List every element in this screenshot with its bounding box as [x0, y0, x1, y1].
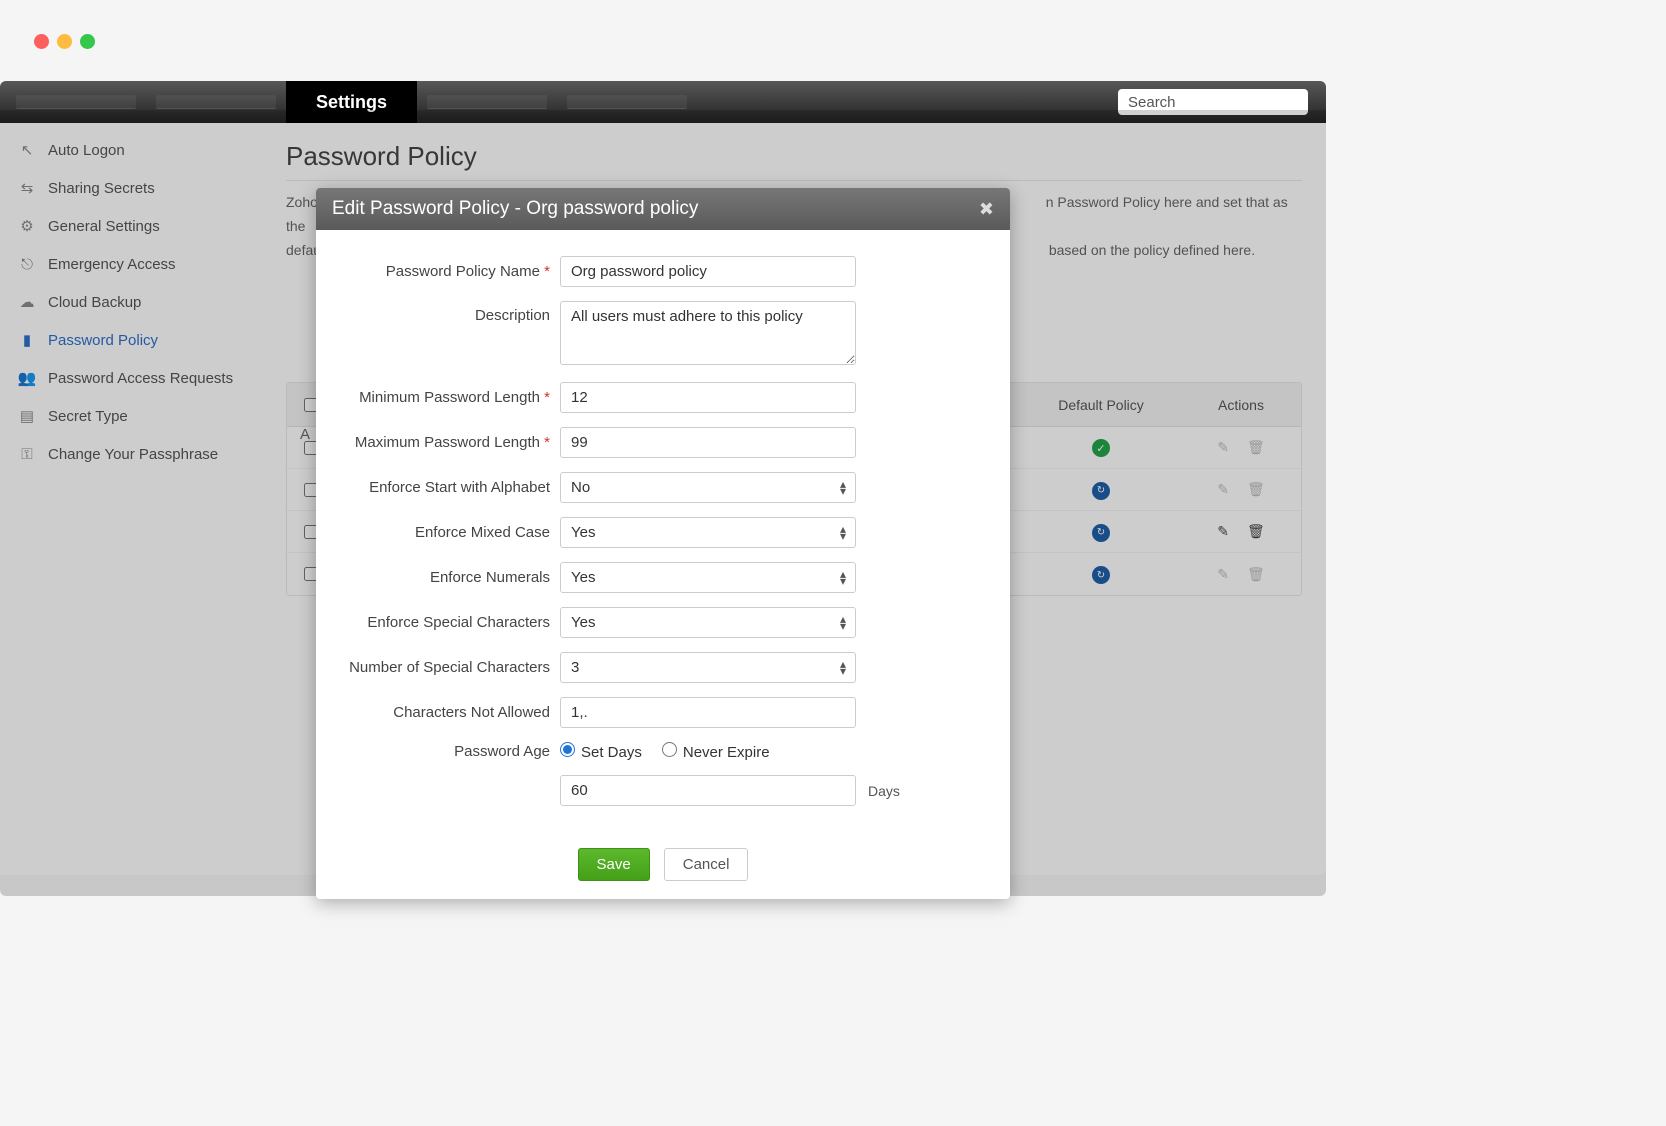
- policy-name-input[interactable]: [560, 256, 856, 287]
- window-close-dot[interactable]: [34, 34, 49, 49]
- age-never-expire-radio[interactable]: Never Expire: [662, 742, 770, 761]
- dialog-title: Edit Password Policy - Org password poli…: [332, 198, 698, 220]
- cancel-button[interactable]: Cancel: [664, 848, 749, 881]
- chars-not-allowed-label: Characters Not Allowed: [340, 704, 560, 721]
- nav-tab-ghost[interactable]: [156, 95, 276, 109]
- add-button-partial: A: [300, 426, 310, 443]
- window-controls: [0, 0, 1326, 49]
- nav-tab-ghost[interactable]: [427, 95, 547, 109]
- num-special-label: Number of Special Characters: [340, 659, 560, 676]
- special-chars-select[interactable]: [560, 607, 856, 638]
- min-length-input[interactable]: [560, 382, 856, 413]
- description-label: Description: [340, 301, 560, 324]
- mixed-case-select[interactable]: [560, 517, 856, 548]
- mixed-case-label: Enforce Mixed Case: [340, 524, 560, 541]
- special-chars-label: Enforce Special Characters: [340, 614, 560, 631]
- age-set-days-radio[interactable]: Set Days: [560, 742, 642, 761]
- password-age-label: Password Age: [340, 743, 560, 760]
- age-days-input[interactable]: [560, 775, 856, 806]
- nav-tab-ghost[interactable]: [16, 95, 136, 109]
- close-icon[interactable]: ✖: [979, 199, 994, 220]
- num-special-select[interactable]: [560, 652, 856, 683]
- description-textarea[interactable]: [560, 301, 856, 365]
- start-alpha-select[interactable]: [560, 472, 856, 503]
- age-days-suffix: Days: [868, 783, 900, 799]
- numerals-select[interactable]: [560, 562, 856, 593]
- window-minimize-dot[interactable]: [57, 34, 72, 49]
- window-zoom-dot[interactable]: [80, 34, 95, 49]
- max-length-label: Maximum Password Length *: [340, 434, 560, 451]
- max-length-input[interactable]: [560, 427, 856, 458]
- chars-not-allowed-input[interactable]: [560, 697, 856, 728]
- policy-name-label: Password Policy Name *: [340, 263, 560, 280]
- start-alpha-label: Enforce Start with Alphabet: [340, 479, 560, 496]
- dialog-header: Edit Password Policy - Org password poli…: [316, 188, 1010, 230]
- save-button[interactable]: Save: [578, 848, 650, 881]
- min-length-label: Minimum Password Length *: [340, 389, 560, 406]
- edit-password-policy-dialog: Edit Password Policy - Org password poli…: [316, 188, 1010, 899]
- numerals-label: Enforce Numerals: [340, 569, 560, 586]
- nav-tab-ghost[interactable]: [567, 95, 687, 109]
